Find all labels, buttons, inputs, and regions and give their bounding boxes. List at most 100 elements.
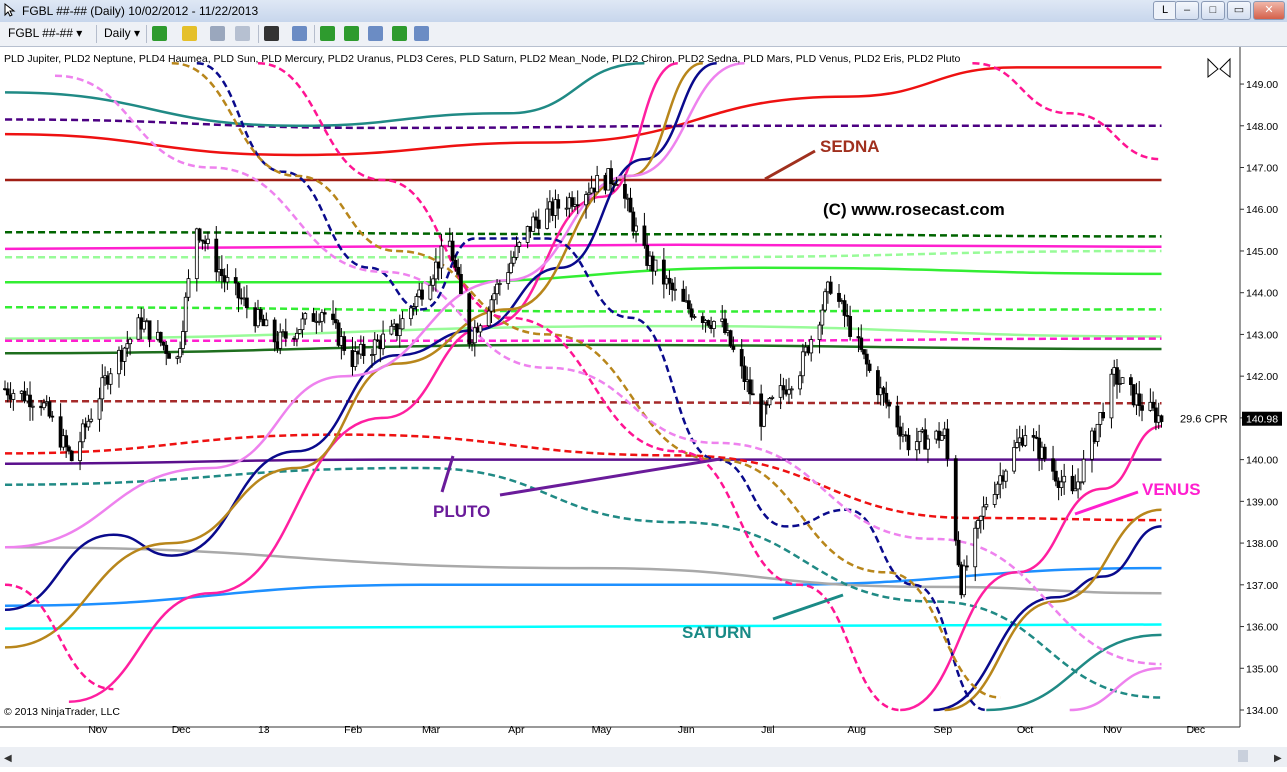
candle-body: [1109, 373, 1114, 419]
candle-body: [294, 332, 299, 340]
pencil-icon[interactable]: [182, 26, 197, 41]
candle-body: [670, 282, 675, 291]
candle-body: [197, 228, 202, 241]
candle-body: [283, 331, 288, 339]
candle-body: [953, 458, 958, 541]
instrument-selector[interactable]: FGBL ##-## ▾: [4, 25, 86, 42]
candle-body: [917, 430, 922, 443]
watermark: (C) www.rosecast.com: [823, 200, 1005, 219]
candle-body: [414, 296, 419, 307]
drawing-tools-icon[interactable]: [210, 26, 225, 41]
horizontal-scrollbar[interactable]: [0, 747, 1287, 767]
candle-body: [489, 299, 494, 312]
candle-body: [536, 219, 541, 229]
scroll-left-icon[interactable]: ◀: [4, 753, 12, 764]
candle-body: [206, 238, 210, 244]
candle-body: [1115, 367, 1119, 385]
candle-body: [692, 316, 697, 318]
interval-selector[interactable]: Daily ▾: [100, 25, 144, 42]
candle-body: [973, 527, 978, 568]
properties-icon[interactable]: [414, 26, 429, 41]
annotation-label: PLUTO: [433, 502, 490, 521]
candle-body: [706, 320, 711, 326]
pointer-icon[interactable]: [235, 26, 250, 41]
data-box-icon[interactable]: [368, 26, 383, 41]
bar-chart-icon[interactable]: [152, 26, 167, 41]
close-button[interactable]: ✕: [1253, 1, 1285, 20]
chart-area[interactable]: PLD Jupiter, PLD2 Neptune, PLD4 Haumea, …: [0, 47, 1287, 767]
candle-body: [64, 435, 69, 448]
candle-body: [125, 343, 130, 349]
candle-body: [278, 331, 283, 349]
crosshair-icon[interactable]: [264, 26, 279, 41]
y-tick-label: 139.00: [1246, 496, 1278, 508]
annotation-label: VENUS: [1142, 480, 1201, 499]
candle-body: [100, 377, 105, 400]
x-tick-label: Jun: [678, 724, 695, 736]
indicator-list: PLD Jupiter, PLD2 Neptune, PLD4 Haumea, …: [4, 53, 961, 65]
candle-body: [233, 277, 238, 284]
candle-body: [887, 401, 891, 407]
candle-body: [1059, 481, 1064, 488]
candle-body: [981, 506, 986, 517]
order-icon[interactable]: [392, 26, 407, 41]
window-title: FGBL ##-## (Daily) 10/02/2012 - 11/22/20…: [22, 4, 259, 18]
candle-body: [881, 387, 886, 394]
candle-body: [89, 418, 94, 422]
minimize-button[interactable]: –: [1175, 1, 1199, 20]
candle-body: [1159, 415, 1164, 422]
candle-body: [311, 313, 316, 322]
candle-body: [767, 398, 772, 406]
candle-body: [1053, 470, 1058, 482]
candle-body: [864, 353, 869, 365]
y-axis-panel: [1240, 47, 1287, 752]
candle-body: [884, 392, 889, 403]
y-tick-label: 146.00: [1246, 204, 1278, 216]
x-tick-label: Jul: [761, 724, 774, 736]
candle-body: [167, 353, 171, 359]
candle-body: [614, 183, 619, 186]
candle-body: [161, 341, 166, 346]
candle-body: [1140, 405, 1144, 411]
restore-button[interactable]: □: [1201, 1, 1225, 20]
maximize-button[interactable]: ▭: [1227, 1, 1251, 20]
candle-body: [303, 313, 308, 320]
candle-body: [147, 320, 152, 340]
candle-body: [809, 339, 814, 354]
zoom-icon[interactable]: [292, 26, 307, 41]
candle-body: [514, 245, 519, 258]
candle-body: [1051, 458, 1055, 472]
candle-body: [1012, 447, 1017, 472]
chart-svg[interactable]: PLD Jupiter, PLD2 Neptune, PLD4 Haumea, …: [0, 47, 1287, 767]
candle-body: [69, 450, 74, 462]
candle-body: [486, 310, 491, 327]
candle-body: [642, 225, 647, 246]
candle-body: [97, 398, 102, 420]
candle-body: [389, 325, 394, 335]
candle-body: [787, 389, 791, 395]
scrollbar-thumb[interactable]: [1238, 750, 1248, 762]
candle-body: [258, 309, 263, 320]
candle-body: [178, 348, 183, 358]
candle-body: [731, 345, 736, 350]
x-tick-label: Aug: [847, 724, 866, 736]
candle-body: [1120, 377, 1125, 384]
strategy-icon[interactable]: [320, 26, 335, 41]
link-button[interactable]: L: [1153, 1, 1177, 20]
candle-body: [495, 283, 499, 295]
indicators-icon[interactable]: [344, 26, 359, 41]
x-tick-label: Dec: [172, 724, 191, 736]
candle-body: [859, 337, 864, 350]
candle-body: [158, 331, 163, 343]
scroll-right-icon[interactable]: ▶: [1274, 753, 1282, 764]
candle-body: [381, 333, 385, 350]
candle-body: [848, 316, 853, 337]
candle-body: [798, 375, 802, 390]
candle-body: [492, 293, 497, 301]
candle-body: [331, 313, 335, 320]
y-tick-label: 147.00: [1246, 163, 1278, 175]
candle-body: [122, 347, 127, 362]
candle-body: [511, 256, 516, 264]
candle-body: [1023, 435, 1028, 446]
candle-body: [686, 300, 691, 310]
